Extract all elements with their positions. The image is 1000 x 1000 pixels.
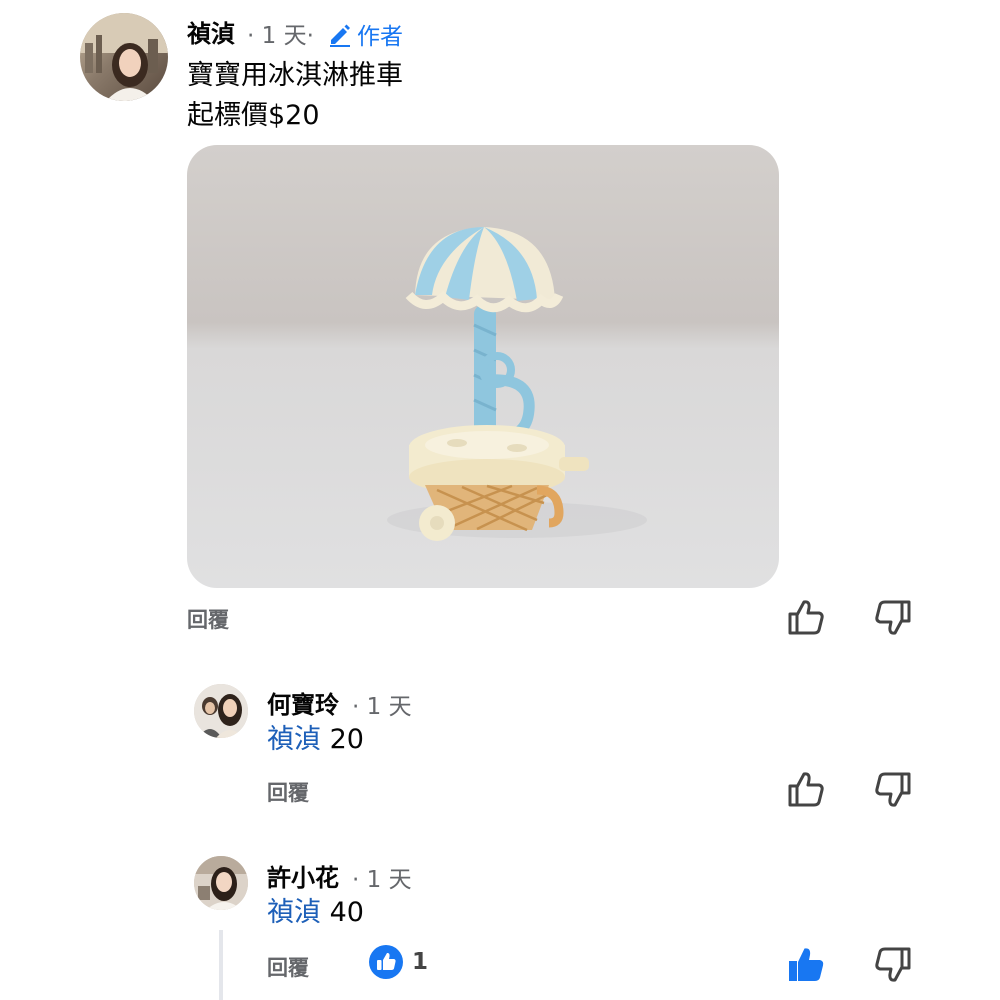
comment-author-name[interactable]: 何寶玲 <box>267 685 339 720</box>
avatar-commenter[interactable] <box>194 684 248 738</box>
avatar-photo <box>80 13 168 101</box>
comment-text: 禎湞 40 <box>267 894 364 932</box>
avatar-commenter[interactable] <box>194 856 248 910</box>
comment-value: 20 <box>329 724 364 755</box>
thumbs-down-icon[interactable] <box>873 770 913 810</box>
reply-button[interactable]: 回覆 <box>267 777 309 807</box>
thumbs-down-icon[interactable] <box>873 598 913 638</box>
reaction-summary[interactable]: 1 <box>368 944 428 980</box>
author-badge: 作者 <box>327 17 403 51</box>
pencil-icon <box>330 24 350 47</box>
reply-button[interactable]: 回覆 <box>267 952 309 982</box>
comment-text: 禎湞 20 <box>267 721 364 759</box>
thread-line <box>219 930 223 1000</box>
thumbs-down-icon[interactable] <box>873 945 913 985</box>
mention-link[interactable]: 禎湞 <box>267 724 321 755</box>
ice-cream-cart-image <box>387 227 647 541</box>
comment-time: · 1 天 <box>352 867 412 893</box>
comment-time: · 1 天 <box>352 694 412 720</box>
reaction-count: 1 <box>412 949 429 975</box>
avatar-photo <box>194 684 248 738</box>
thumbs-up-icon[interactable] <box>786 944 826 984</box>
thumbs-up-icon[interactable] <box>786 597 826 637</box>
thumbs-up-icon[interactable] <box>786 769 826 809</box>
avatar-author[interactable] <box>80 13 168 101</box>
mention-link[interactable]: 禎湞 <box>267 897 321 928</box>
comment-photo[interactable] <box>187 145 779 588</box>
reply-button[interactable]: 回覆 <box>187 604 229 634</box>
comment-text-line: 起標價$20 <box>187 100 320 131</box>
comment-author-name[interactable]: 許小花 <box>267 858 339 893</box>
comment-time: · 1 天· <box>247 23 314 49</box>
author-badge-label: 作者 <box>357 24 403 50</box>
comment-author-name[interactable]: 禎湞 <box>187 14 235 49</box>
comment-value: 40 <box>329 897 364 928</box>
comment-text-line: 寶寶用冰淇淋推車 <box>187 60 403 91</box>
avatar-photo <box>194 856 248 910</box>
like-reaction-icon <box>369 945 403 979</box>
